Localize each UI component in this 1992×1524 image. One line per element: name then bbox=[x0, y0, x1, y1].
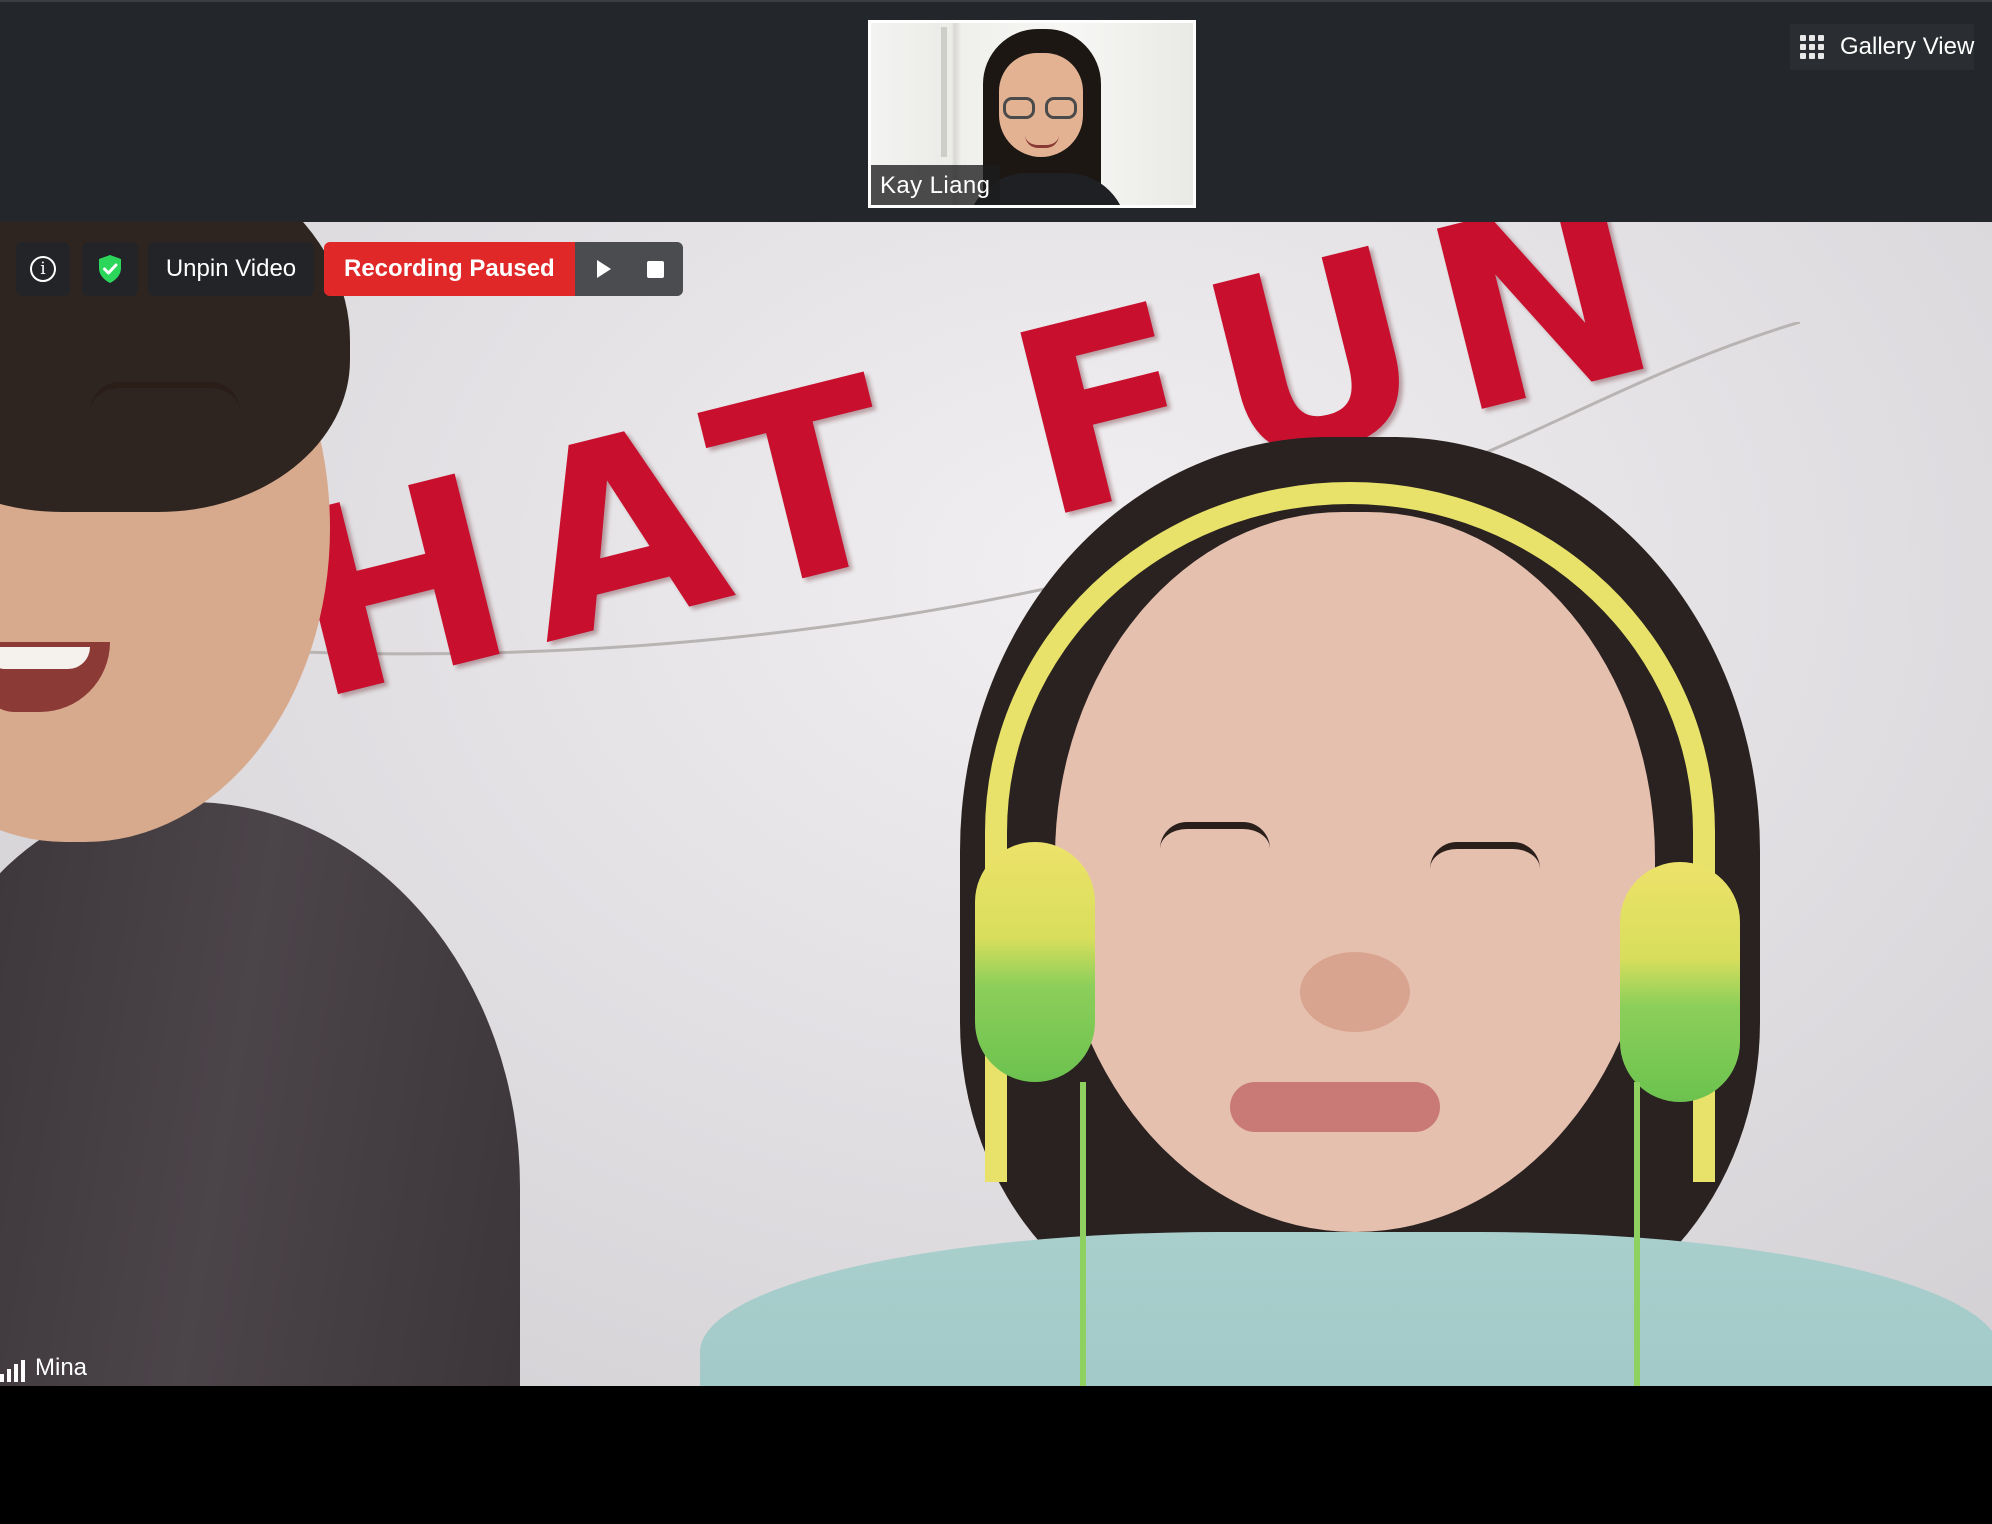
headphones-left-earcup bbox=[975, 842, 1095, 1082]
stop-recording-button[interactable] bbox=[629, 242, 683, 296]
recording-status-group: Recording Paused bbox=[324, 242, 683, 296]
shield-check-icon bbox=[99, 255, 121, 283]
main-participant-name-tag: Mina bbox=[0, 1354, 87, 1382]
headphones-band bbox=[985, 482, 1715, 1182]
signal-strength-icon bbox=[0, 1360, 25, 1382]
meeting-info-button[interactable]: i bbox=[16, 242, 70, 296]
left-person-teeth bbox=[0, 647, 90, 669]
main-participant-name: Mina bbox=[35, 1354, 88, 1381]
video-meeting-window: Kay Liang Gallery View HAT FUN i Unpin V… bbox=[0, 0, 1992, 1524]
play-icon bbox=[596, 260, 611, 278]
left-person-eye bbox=[90, 382, 240, 412]
thumbnail-name-label: Kay Liang bbox=[871, 165, 1001, 205]
gallery-view-button[interactable]: Gallery View bbox=[1790, 24, 1975, 70]
recording-controls bbox=[574, 242, 683, 296]
thumbnail-door-edge bbox=[941, 27, 947, 157]
unpin-video-button[interactable]: Unpin Video bbox=[148, 242, 314, 296]
stop-icon bbox=[647, 260, 665, 278]
headphones-right-earcup bbox=[1620, 862, 1740, 1102]
top-participant-strip: Kay Liang Gallery View bbox=[0, 0, 1992, 222]
info-icon: i bbox=[30, 256, 56, 282]
recording-paused-label: Recording Paused bbox=[324, 242, 575, 296]
gallery-view-label: Gallery View bbox=[1840, 33, 1975, 60]
security-button[interactable] bbox=[82, 242, 138, 296]
resume-recording-button[interactable] bbox=[575, 242, 629, 296]
bottom-black-bar bbox=[0, 1386, 1992, 1524]
participant-thumbnail[interactable]: Kay Liang bbox=[868, 20, 1196, 208]
headphones-cable bbox=[1080, 1082, 1640, 1386]
thumbnail-glasses bbox=[1003, 97, 1079, 121]
main-video-feed: HAT FUN bbox=[0, 222, 1992, 1386]
grid-icon bbox=[1800, 35, 1824, 59]
